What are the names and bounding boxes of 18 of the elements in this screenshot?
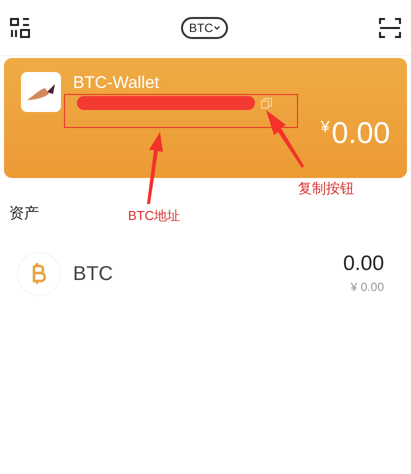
menu-icon[interactable] [10,18,30,38]
wallet-balance: 0.00 [332,118,390,150]
asset-value: ¥ 0.00 [350,279,384,296]
wallet-name: BTC-Wallet [73,72,160,94]
section-title: 资产 [9,205,39,222]
scan-icon[interactable] [379,18,401,38]
annotation-arrow [144,132,166,204]
currency-selector[interactable]: BTC [181,16,228,38]
wallet-logo [21,72,61,112]
annotation-label: BTC地址 [128,207,180,225]
asset-symbol: BTC [73,262,113,287]
bitcoin-icon [17,252,61,296]
annotation-label: 复制按钮 [298,179,354,198]
asset-row[interactable]: BTC 0.00 ¥ 0.00 [0,252,411,296]
balance-currency: ¥ [320,120,330,136]
annotation-arrow [264,110,304,168]
caret-icon [214,26,220,30]
asset-amount: 0.00 [343,252,384,276]
